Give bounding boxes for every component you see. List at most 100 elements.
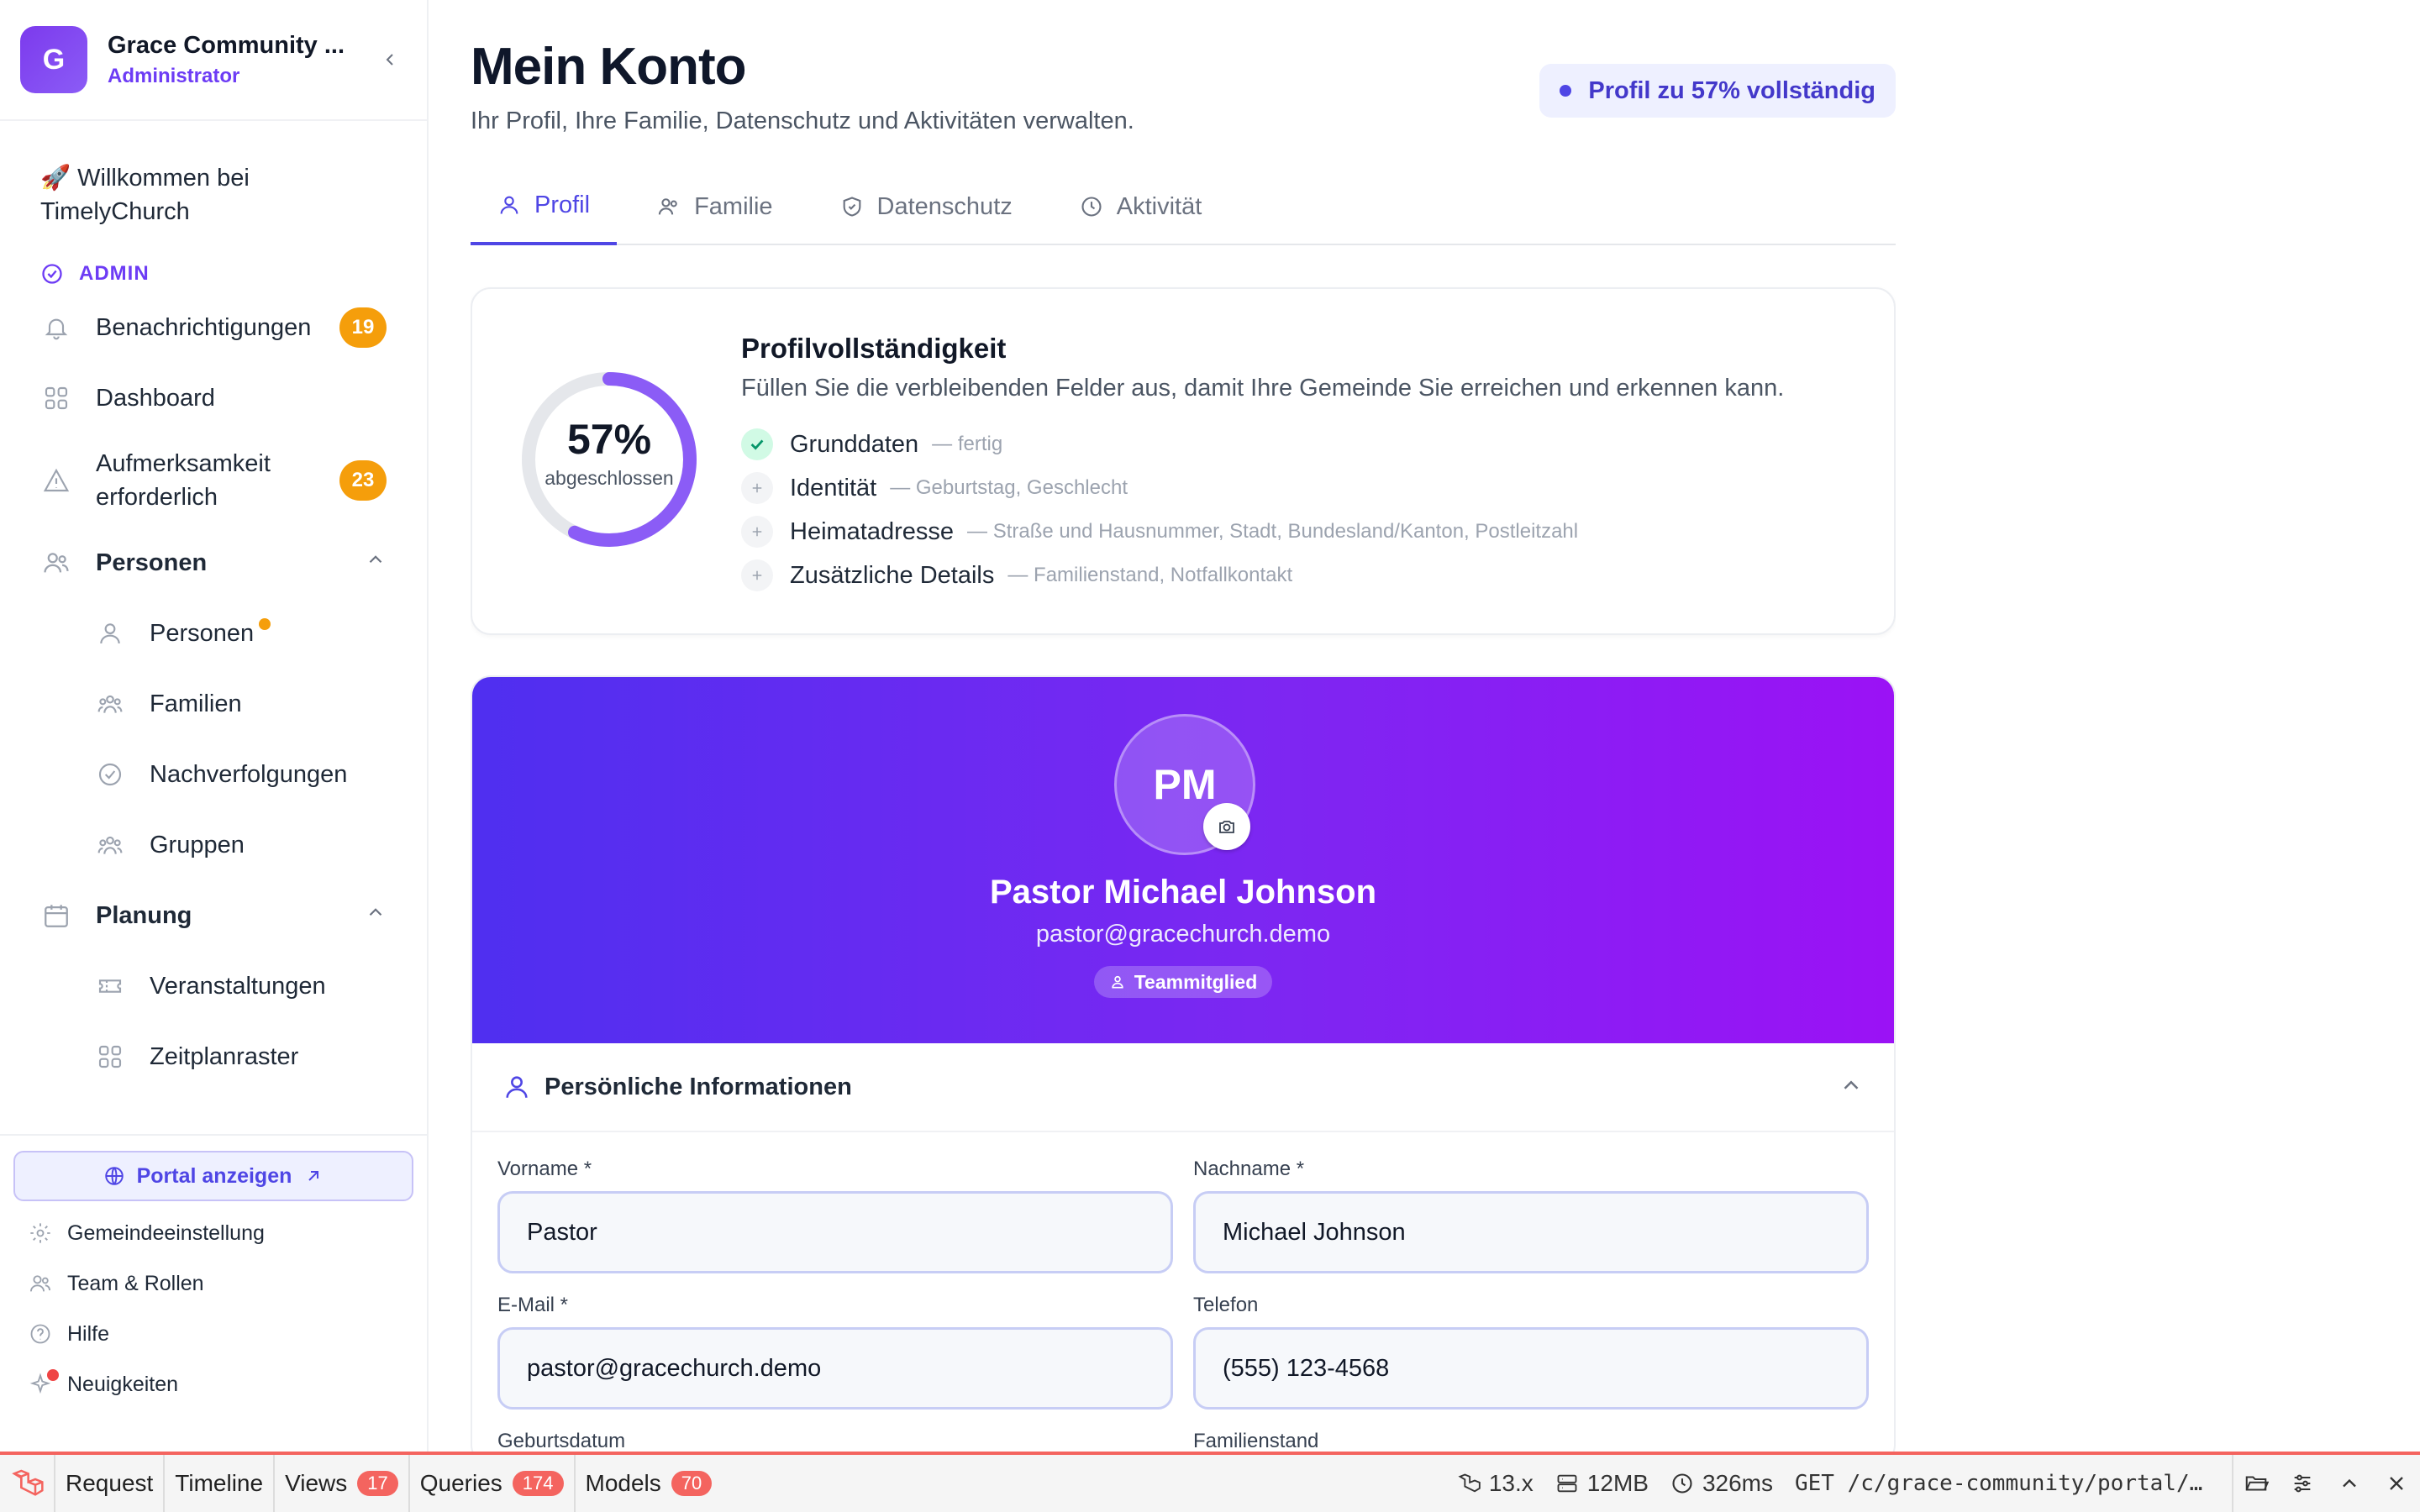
checklist-item-address[interactable]: Heimatadresse — Straße und Hausnummer, S… bbox=[741, 516, 1578, 548]
debugbar-request-url[interactable]: GET /c/grace-community/portal/pro... bbox=[1795, 1471, 2215, 1496]
profile-name: Pastor Michael Johnson bbox=[989, 874, 1377, 911]
debugbar-tab-label: Models bbox=[585, 1470, 661, 1496]
checklist-hint: — Straße und Hausnummer, Stadt, Bundesla… bbox=[967, 520, 1579, 543]
org-info[interactable]: Grace Community ... Administrator bbox=[108, 32, 351, 88]
sidebar-footer: Portal anzeigen Gemeindeeinstellung Team… bbox=[0, 1134, 427, 1453]
sidebar-group-planning[interactable]: Planung bbox=[0, 880, 427, 951]
debugbar-version-text: 13.x bbox=[1488, 1470, 1534, 1496]
plus-icon bbox=[741, 516, 773, 548]
email-field: E-Mail * pastor@gracechurch.demo bbox=[497, 1294, 1173, 1410]
sidebar-item-attention[interactable]: Aufmerksamkeit erforderlich 23 bbox=[0, 433, 427, 528]
globe-icon bbox=[104, 1167, 124, 1185]
completeness-title: Profilvollständigkeit bbox=[741, 333, 1007, 364]
user-icon bbox=[500, 196, 518, 214]
tab-privacy[interactable]: Datenschutz bbox=[813, 168, 1039, 245]
profile-completeness-card: 57% abgeschlossen Profilvollständigkeit … bbox=[471, 287, 1896, 635]
sliders-icon bbox=[2294, 1474, 2311, 1493]
sidebar-item-label: Gruppen bbox=[150, 831, 245, 858]
email-input[interactable]: pastor@gracechurch.demo bbox=[497, 1327, 1173, 1410]
debugbar-count-badge: 70 bbox=[671, 1471, 713, 1496]
debugbar-tab-queries[interactable]: Queries 174 bbox=[410, 1455, 576, 1512]
notification-count-badge: 19 bbox=[339, 307, 387, 348]
personal-info-title: Persönliche Informationen bbox=[544, 1073, 852, 1100]
family-icon bbox=[94, 688, 126, 720]
tab-activity[interactable]: Aktivität bbox=[1053, 168, 1229, 245]
checklist-label: Zusätzliche Details bbox=[790, 561, 995, 589]
sidebar-item-label: Veranstaltungen bbox=[150, 972, 326, 1000]
chevron-up-icon bbox=[365, 901, 387, 930]
completeness-description: Füllen Sie die verbleibenden Felder aus,… bbox=[741, 375, 1785, 402]
sidebar-item-schedule-grid[interactable]: Zeitplanraster bbox=[0, 1021, 427, 1092]
debugbar-tab-request[interactable]: Request bbox=[55, 1455, 166, 1512]
debugbar-tab-label: Queries bbox=[419, 1470, 502, 1496]
org-role: Administrator bbox=[108, 64, 240, 87]
sidebar-item-news[interactable]: Neuigkeiten bbox=[0, 1359, 427, 1410]
role-badge: Teammitglied bbox=[1093, 966, 1273, 998]
laravel-icon bbox=[1458, 1473, 1481, 1493]
field-label: Vorname * bbox=[497, 1158, 592, 1180]
sidebar-item-persons[interactable]: Personen bbox=[0, 598, 427, 669]
profile-email: pastor@gracechurch.demo bbox=[1035, 921, 1331, 948]
sidebar-nav: Benachrichtigungen 19 Dashboard Aufmerks… bbox=[0, 292, 427, 1092]
grid-icon bbox=[94, 1041, 126, 1073]
sidebar-item-families[interactable]: Familien bbox=[0, 669, 427, 739]
first-name-input[interactable]: Pastor bbox=[497, 1191, 1173, 1273]
checklist-item-details[interactable]: Zusätzliche Details — Familienstand, Not… bbox=[741, 559, 1292, 591]
sidebar-item-groups[interactable]: Gruppen bbox=[0, 810, 427, 880]
tab-profile[interactable]: Profil bbox=[471, 168, 618, 245]
tab-family[interactable]: Familie bbox=[630, 168, 799, 245]
view-portal-button[interactable]: Portal anzeigen bbox=[13, 1151, 413, 1201]
debugbar-logo[interactable] bbox=[0, 1455, 55, 1512]
sidebar-item-notifications[interactable]: Benachrichtigungen 19 bbox=[0, 292, 427, 363]
users-icon bbox=[40, 547, 72, 579]
check-badge-icon bbox=[94, 759, 126, 790]
main-content: Mein Konto Ihr Profil, Ihre Familie, Dat… bbox=[471, 0, 1896, 1453]
warning-icon bbox=[40, 465, 72, 496]
sidebar-item-dashboard[interactable]: Dashboard bbox=[0, 363, 427, 433]
user-icon bbox=[506, 1076, 528, 1098]
personal-info-header[interactable]: Persönliche Informationen bbox=[472, 1043, 1894, 1132]
sidebar-item-label: Nachverfolgungen bbox=[150, 760, 348, 788]
group-icon bbox=[94, 829, 126, 861]
org-logo[interactable]: G bbox=[20, 26, 87, 93]
debugbar-settings-button[interactable] bbox=[2279, 1455, 2326, 1512]
debugbar-tab-label: Request bbox=[66, 1470, 154, 1496]
debugbar-open-button[interactable] bbox=[2232, 1455, 2279, 1512]
debugbar-close-button[interactable] bbox=[2373, 1455, 2420, 1512]
role-badge-wrap: Teammitglied bbox=[472, 966, 1894, 998]
debugbar-count-badge: 17 bbox=[357, 1471, 398, 1496]
section-label-admin: ADMIN bbox=[40, 262, 427, 286]
debugbar-tab-models[interactable]: Models 70 bbox=[576, 1455, 723, 1512]
sidebar-group-label: Planung bbox=[96, 901, 192, 929]
last-name-input[interactable]: Michael Johnson bbox=[1193, 1191, 1869, 1273]
field-label: E-Mail * bbox=[497, 1294, 569, 1316]
user-icon bbox=[94, 617, 126, 649]
phone-input[interactable]: (555) 123-4568 bbox=[1193, 1327, 1869, 1410]
shield-icon bbox=[843, 197, 860, 217]
debugbar-tab-timeline[interactable]: Timeline bbox=[165, 1455, 276, 1512]
sidebar-item-church-settings[interactable]: Gemeindeeinstellung bbox=[0, 1208, 427, 1258]
change-photo-button[interactable] bbox=[1203, 803, 1250, 850]
memory-icon bbox=[1557, 1474, 1577, 1493]
sidebar-item-team-roles[interactable]: Team & Rollen bbox=[0, 1258, 427, 1309]
collapse-sidebar-button[interactable] bbox=[373, 43, 407, 76]
marital-status-field: Familienstand bbox=[1193, 1430, 1869, 1453]
debugbar-time: 326ms bbox=[1670, 1470, 1773, 1497]
family-icon bbox=[658, 198, 677, 215]
close-icon bbox=[2390, 1477, 2403, 1490]
checklist-item-identity[interactable]: Identität — Geburtstag, Geschlecht bbox=[741, 472, 1128, 504]
checklist-item-basic: Grunddaten — fertig bbox=[741, 428, 1002, 460]
sidebar-item-help[interactable]: Hilfe bbox=[0, 1309, 427, 1359]
sidebar-item-followups[interactable]: Nachverfolgungen bbox=[0, 739, 427, 810]
sidebar-item-events[interactable]: Veranstaltungen bbox=[0, 951, 427, 1021]
sidebar-item-label: Benachrichtigungen bbox=[96, 313, 312, 341]
sidebar-group-people[interactable]: Personen bbox=[0, 528, 427, 598]
field-label: Geburtsdatum bbox=[497, 1430, 626, 1452]
debugbar-maximize-button[interactable] bbox=[2326, 1455, 2373, 1512]
chevron-left-icon bbox=[386, 54, 393, 66]
sidebar-group-label: Personen bbox=[96, 549, 208, 576]
debugbar-tab-views[interactable]: Views 17 bbox=[275, 1455, 410, 1512]
check-circle-icon bbox=[42, 264, 62, 284]
checklist-hint: — Geburtstag, Geschlecht bbox=[890, 476, 1128, 499]
role-badge-label: Teammitglied bbox=[1134, 970, 1258, 993]
